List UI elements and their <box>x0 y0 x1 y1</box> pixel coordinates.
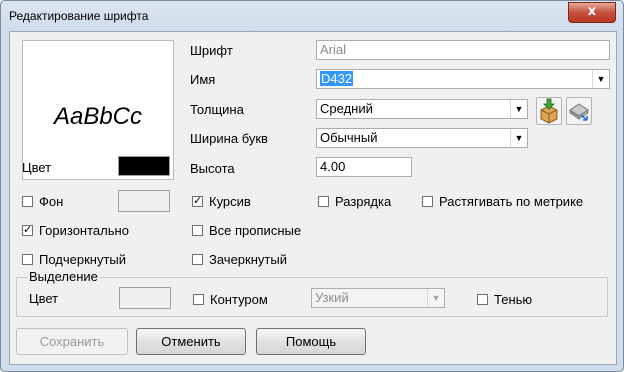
outline-type-combobox: Узкий ▼ <box>311 288 445 308</box>
load-style-button[interactable] <box>536 97 562 125</box>
checkbox-box[interactable] <box>318 196 329 207</box>
spacing-label: Разрядка <box>335 194 392 209</box>
background-color-swatch <box>118 190 170 212</box>
all-caps-label: Все прописные <box>209 223 302 238</box>
letter-width-value: Обычный <box>320 130 378 145</box>
spacing-checkbox[interactable]: Разрядка <box>318 194 391 209</box>
checkbox-box[interactable] <box>22 254 33 265</box>
underline-label: Подчеркнутый <box>39 252 127 267</box>
weight-value: Средний <box>320 101 373 116</box>
italic-label: Курсив <box>209 194 251 209</box>
checkmark-icon[interactable]: ✓ <box>192 196 203 207</box>
chevron-down-icon: ▼ <box>427 289 444 307</box>
color-swatch[interactable] <box>118 156 170 176</box>
letter-width-label: Ширина букв <box>190 131 268 146</box>
height-label: Высота <box>190 161 235 176</box>
outline-label: Контуром <box>210 292 268 307</box>
checkbox-box[interactable] <box>192 225 203 236</box>
save-button: Сохранить <box>16 328 128 355</box>
font-label: Шрифт <box>190 43 233 58</box>
name-label: Имя <box>190 72 216 87</box>
strikethrough-label: Зачеркнутый <box>209 252 287 267</box>
weight-combobox[interactable]: Средний ▼ <box>316 99 528 119</box>
outline-checkbox[interactable]: Контуром <box>193 292 268 307</box>
checkbox-box[interactable] <box>192 254 203 265</box>
highlight-color-label: Цвет <box>29 291 59 306</box>
highlight-group: Выделение Цвет Контуром Узкий ▼ Тенью <box>16 269 608 317</box>
underline-checkbox[interactable]: Подчеркнутый <box>22 252 126 267</box>
chevron-down-icon[interactable]: ▼ <box>510 100 527 118</box>
preview-sample: AaBbCc <box>53 103 143 130</box>
stretch-checkbox[interactable]: Растягивать по метрике <box>422 194 583 209</box>
background-label: Фон <box>39 194 64 209</box>
horizontal-checkbox[interactable]: ✓ Горизонтально <box>22 223 129 238</box>
weight-label: Толщина <box>190 102 244 117</box>
height-input[interactable]: 4.00 <box>316 157 412 177</box>
checkbox-box[interactable] <box>193 294 204 305</box>
name-value: D432 <box>320 71 354 86</box>
close-button[interactable]: x <box>568 2 616 23</box>
checkmark-icon[interactable]: ✓ <box>22 225 33 236</box>
highlight-legend: Выделение <box>27 269 100 284</box>
window-title: Редактирование шрифта <box>9 9 149 23</box>
stretch-label: Растягивать по метрике <box>439 194 584 209</box>
checkbox-box[interactable] <box>22 196 33 207</box>
highlight-color-swatch <box>119 287 171 309</box>
chevron-down-icon[interactable]: ▼ <box>510 129 527 147</box>
outline-type-value: Узкий <box>315 290 349 305</box>
help-button[interactable]: Помощь <box>256 328 366 355</box>
name-combobox[interactable]: D432 ▼ <box>316 69 610 89</box>
color-label: Цвет <box>22 160 52 175</box>
shadow-label: Тенью <box>494 292 533 307</box>
italic-checkbox[interactable]: ✓ Курсив <box>192 194 251 209</box>
shadow-checkbox[interactable]: Тенью <box>477 292 532 307</box>
strikethrough-checkbox[interactable]: Зачеркнутый <box>192 252 287 267</box>
checkbox-box[interactable] <box>422 196 433 207</box>
horizontal-label: Горизонтально <box>39 223 129 238</box>
all-caps-checkbox[interactable]: Все прописные <box>192 223 301 238</box>
save-style-button[interactable] <box>566 97 592 125</box>
font-field: Arial <box>316 40 610 60</box>
dialog-window: Редактирование шрифта x AaBbCc Цвет Шриф… <box>0 0 624 372</box>
checkbox-box[interactable] <box>477 294 488 305</box>
eraser-arrow-icon <box>569 103 589 121</box>
dialog-client: AaBbCc Цвет Шрифт Имя Толщина Ширина бук… <box>9 31 617 365</box>
background-checkbox[interactable]: Фон <box>22 194 63 209</box>
cancel-button[interactable]: Отменить <box>136 328 246 355</box>
box-arrow-down-icon <box>540 98 558 124</box>
chevron-down-icon[interactable]: ▼ <box>592 70 609 88</box>
letter-width-combobox[interactable]: Обычный ▼ <box>316 128 528 148</box>
